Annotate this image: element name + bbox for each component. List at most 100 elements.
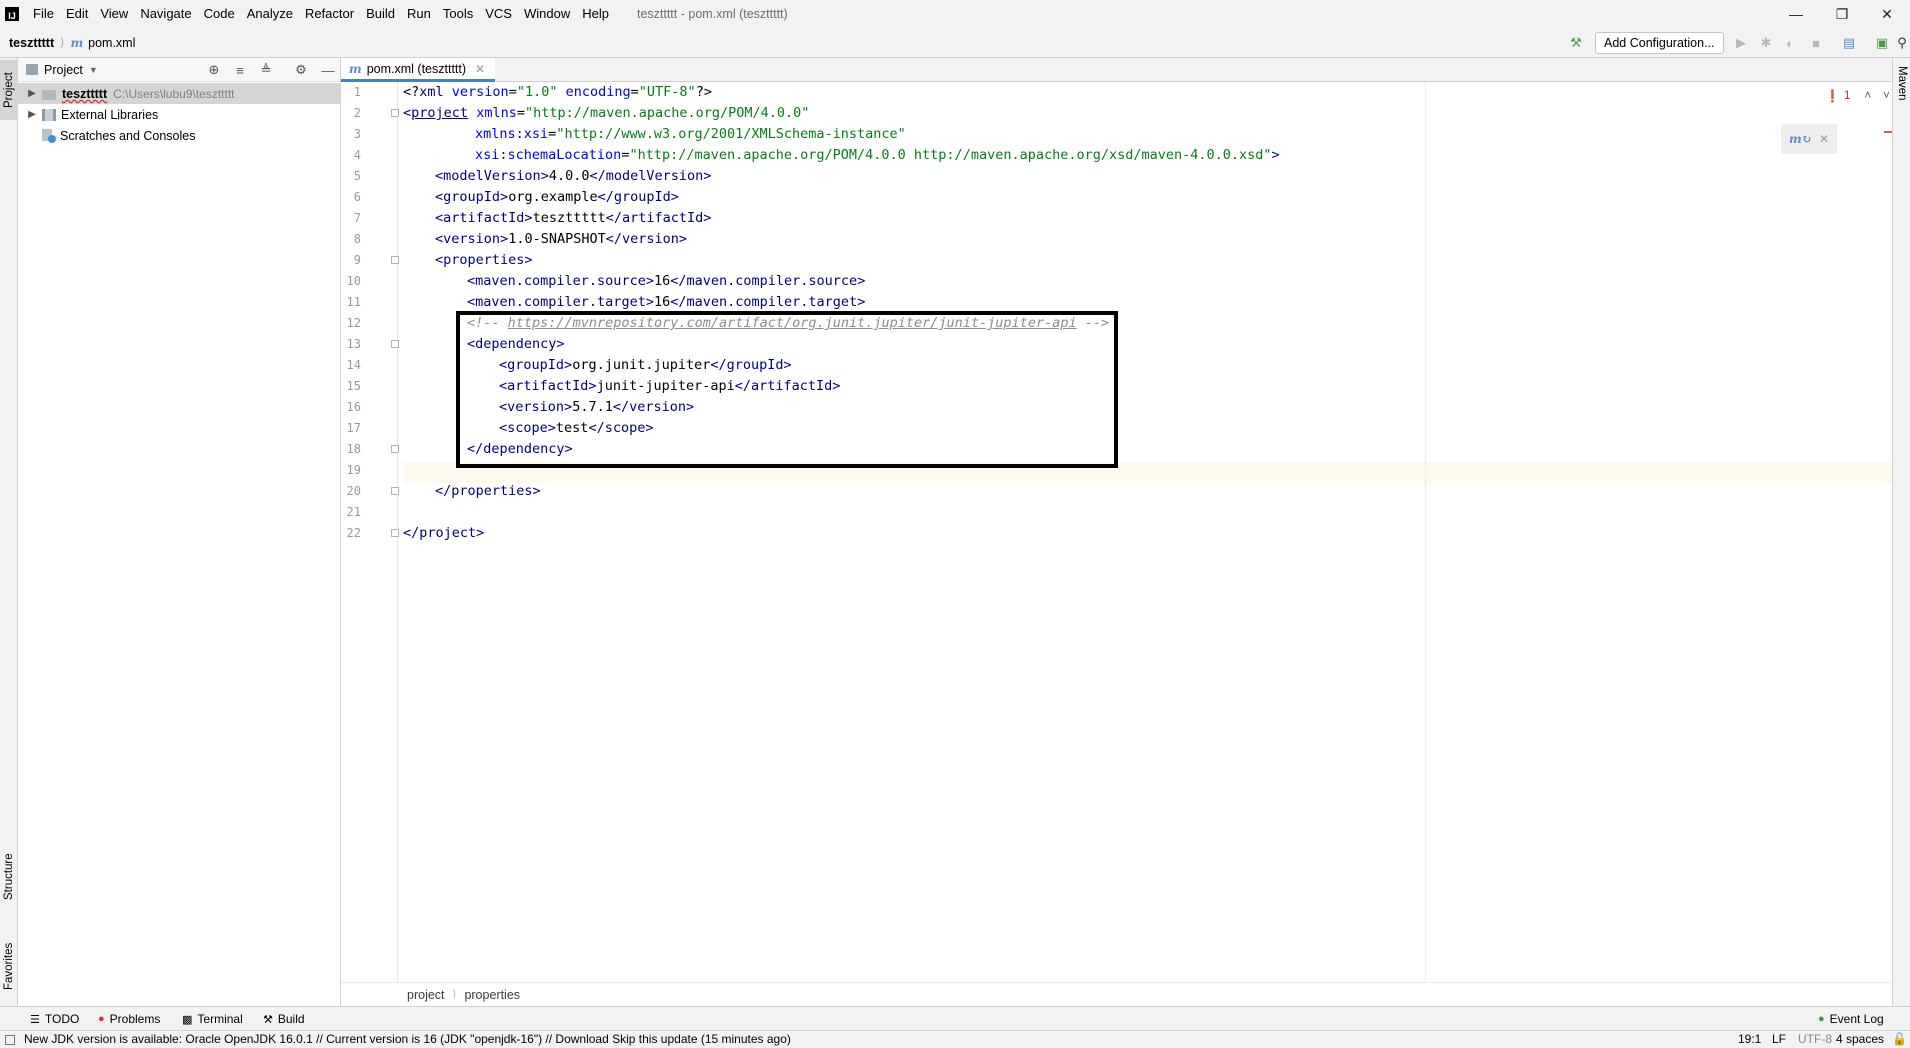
line-number: 3 bbox=[353, 127, 361, 141]
tree-item-label: External Libraries bbox=[61, 107, 159, 122]
chevron-down-icon[interactable]: ▼ bbox=[89, 65, 98, 75]
status-toggle-icon[interactable] bbox=[5, 1035, 15, 1045]
line-number: 1 bbox=[353, 85, 361, 99]
line-number: 7 bbox=[353, 211, 361, 225]
fold-marker-icon[interactable] bbox=[391, 529, 399, 537]
menu-vcs[interactable]: VCS bbox=[479, 0, 518, 28]
status-bar: New JDK version is available: Oracle Ope… bbox=[0, 1030, 1910, 1048]
terminal-tool-button[interactable]: ▩ Terminal bbox=[182, 1007, 243, 1031]
menu-code[interactable]: Code bbox=[198, 0, 241, 28]
file-encoding[interactable]: UTF-8 bbox=[1798, 1032, 1832, 1046]
hide-panel-icon[interactable]: — bbox=[320, 62, 336, 78]
intellij-logo-icon[interactable]: IJ bbox=[5, 7, 19, 21]
inspection-indicator[interactable]: ❗ 1 ˄ ˅ bbox=[1825, 89, 1890, 103]
code-area[interactable]: <?xml version="1.0" encoding="UTF-8"?> <… bbox=[403, 82, 1892, 982]
menu-help[interactable]: Help bbox=[576, 0, 615, 28]
menu-build[interactable]: Build bbox=[360, 0, 401, 28]
expand-all-icon[interactable]: ≡ bbox=[232, 62, 248, 78]
structure-tool-tab[interactable]: Structure bbox=[0, 838, 18, 916]
menu-window[interactable]: Window bbox=[518, 0, 576, 28]
breadcrumb-project[interactable]: teszttttt bbox=[9, 36, 54, 50]
stop-icon[interactable]: ■ bbox=[1808, 35, 1824, 51]
fold-marker-icon[interactable] bbox=[391, 109, 399, 117]
breadcrumb-file[interactable]: pom.xml bbox=[88, 36, 135, 50]
fold-marker-icon[interactable] bbox=[391, 340, 399, 348]
close-tab-icon[interactable]: ✕ bbox=[475, 62, 485, 76]
project-panel-title[interactable]: Project bbox=[44, 63, 83, 77]
run-anything-icon[interactable]: ▣ bbox=[1874, 35, 1890, 51]
locate-file-icon[interactable]: ⊕ bbox=[206, 62, 222, 78]
hammer-icon: ⚒ bbox=[263, 1013, 273, 1026]
maven-reload-icon[interactable]: m↻ bbox=[1789, 132, 1812, 146]
collapse-all-icon[interactable]: ≜ bbox=[258, 62, 274, 78]
error-count: 1 bbox=[1843, 90, 1851, 102]
build-tool-button[interactable]: ⚒ Build bbox=[263, 1007, 305, 1031]
fold-marker-icon[interactable] bbox=[391, 445, 399, 453]
maven-file-icon: m bbox=[70, 35, 84, 50]
menu-navigate[interactable]: Navigate bbox=[134, 0, 197, 28]
line-number-gutter: 1 2 3 4 5 6 7 8 9 10 11 12 13 14 15 16 1… bbox=[341, 82, 399, 982]
restore-icon[interactable]: ❐ bbox=[1819, 0, 1865, 28]
code-editor[interactable]: 1 2 3 4 5 6 7 8 9 10 11 12 13 14 15 16 1… bbox=[341, 82, 1892, 982]
menu-view[interactable]: View bbox=[94, 0, 134, 28]
code-line: <?xml version="1.0" encoding="UTF-8"?> bbox=[403, 84, 712, 100]
fold-marker-icon[interactable] bbox=[391, 256, 399, 264]
todo-tool-button[interactable]: ☰ TODO bbox=[30, 1007, 79, 1031]
problems-tool-button[interactable]: ● Problems bbox=[98, 1007, 160, 1031]
tree-item-external-libraries[interactable]: ▶ External Libraries bbox=[18, 104, 340, 125]
chevron-right-icon[interactable]: ▶ bbox=[24, 109, 40, 120]
build-hammer-icon[interactable]: ⚒ bbox=[1568, 35, 1584, 51]
tab-label: pom.xml (teszttttt) bbox=[366, 61, 467, 76]
menu-analyze[interactable]: Analyze bbox=[241, 0, 299, 28]
code-line: <artifactId>teszttttt</artifactId> bbox=[435, 210, 712, 226]
breadcrumb: teszttttt ⟩ m pom.xml bbox=[0, 36, 135, 50]
coverage-icon[interactable]: ◐ bbox=[1782, 35, 1798, 51]
chevron-right-icon[interactable]: ▶ bbox=[24, 88, 40, 99]
chevron-up-icon[interactable]: ˄ bbox=[1864, 90, 1871, 102]
tab-pom-xml[interactable]: m pom.xml (teszttttt) ✕ bbox=[341, 58, 496, 82]
project-structure-icon[interactable]: ▤ bbox=[1841, 35, 1857, 51]
menu-file[interactable]: File bbox=[27, 0, 60, 28]
project-tool-tab[interactable]: Project bbox=[0, 60, 18, 120]
tree-item-scratches[interactable]: Scratches and Consoles bbox=[18, 125, 340, 146]
close-icon[interactable]: ✕ bbox=[1819, 132, 1829, 146]
line-number: 15 bbox=[346, 379, 361, 393]
breadcrumb-project-tag[interactable]: project bbox=[407, 988, 445, 1002]
project-tool-tab-label: Project bbox=[3, 72, 15, 108]
add-configuration-button[interactable]: Add Configuration... bbox=[1595, 32, 1724, 54]
event-log-tool-button[interactable]: ● Event Log bbox=[1818, 1007, 1884, 1031]
gear-icon[interactable]: ⚙ bbox=[293, 62, 309, 78]
lock-icon[interactable]: 🔓 bbox=[1892, 1032, 1907, 1046]
menu-edit[interactable]: Edit bbox=[60, 0, 94, 28]
search-icon[interactable]: ⚲ bbox=[1894, 35, 1910, 51]
run-icon[interactable]: ▶ bbox=[1733, 35, 1749, 51]
indent-setting[interactable]: 4 spaces bbox=[1836, 1032, 1884, 1046]
problems-label: Problems bbox=[109, 1012, 161, 1026]
right-margin-guide bbox=[1425, 82, 1426, 982]
menu-bar: IJ File Edit View Navigate Code Analyze … bbox=[0, 0, 1910, 28]
error-icon: ❗ bbox=[1825, 89, 1840, 103]
maven-tool-tab[interactable]: Maven bbox=[1893, 66, 1910, 126]
status-message[interactable]: New JDK version is available: Oracle Ope… bbox=[24, 1032, 791, 1046]
line-number: 6 bbox=[353, 190, 361, 204]
breadcrumb-properties-tag[interactable]: properties bbox=[464, 988, 520, 1002]
minimize-icon[interactable]: — bbox=[1773, 0, 1819, 28]
library-icon bbox=[42, 108, 56, 121]
menu-tools[interactable]: Tools bbox=[437, 0, 479, 28]
maven-file-icon: m bbox=[349, 61, 362, 76]
menu-refactor[interactable]: Refactor bbox=[299, 0, 360, 28]
tree-item-project-root[interactable]: ▶ teszttttt C:\Users\lubu9\teszttttt bbox=[18, 83, 340, 104]
menu-run[interactable]: Run bbox=[401, 0, 437, 28]
maven-reload-popup: m↻ ✕ bbox=[1781, 124, 1837, 154]
terminal-label: Terminal bbox=[197, 1012, 243, 1026]
chevron-down-icon[interactable]: ˅ bbox=[1883, 90, 1890, 102]
favorites-tool-tab[interactable]: Favorites bbox=[0, 930, 18, 1002]
structure-tool-tab-label: Structure bbox=[3, 853, 15, 901]
line-separator[interactable]: LF bbox=[1772, 1032, 1786, 1046]
line-number: 21 bbox=[346, 505, 361, 519]
debug-icon[interactable]: ✱ bbox=[1758, 35, 1774, 51]
fold-marker-icon[interactable] bbox=[391, 487, 399, 495]
caret-position[interactable]: 19:1 bbox=[1738, 1032, 1761, 1046]
line-number: 22 bbox=[346, 526, 361, 540]
close-window-icon[interactable]: ✕ bbox=[1864, 0, 1910, 28]
